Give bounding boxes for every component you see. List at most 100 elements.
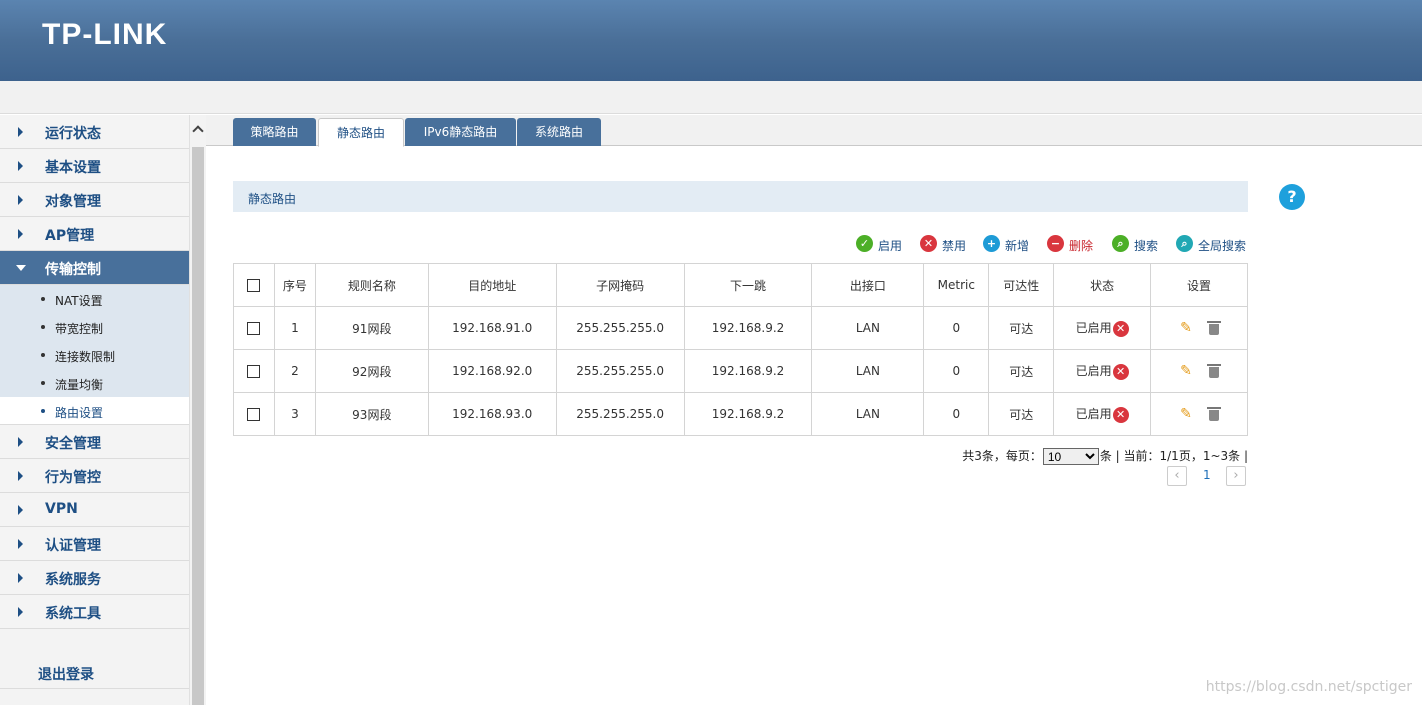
logout-button[interactable]: 退出登录	[0, 649, 189, 689]
tab-policy-routing[interactable]: 策略路由	[233, 118, 316, 146]
sidebar-subitem-connection-limit[interactable]: 连接数限制	[0, 341, 189, 369]
main-content: 策略路由 静态路由 IPv6静态路由 系统路由 静态路由 ? ✓ 启用 ✕ 禁用 +…	[206, 115, 1422, 705]
row-next-hop: 192.168.9.2	[683, 349, 813, 393]
top-header: TP-LINK	[0, 0, 1422, 81]
row-next-hop: 192.168.9.2	[683, 306, 813, 350]
sidebar: 运行状态 基本设置 对象管理 AP管理 传输控制 NAT设置 带宽控制 连接数限…	[0, 115, 189, 705]
col-next-hop: 下一跳	[683, 263, 813, 307]
caret-right-icon	[18, 195, 23, 205]
pager-summary: 共3条，每页： 10 条 | 当前：1/1页，1~3条 |	[962, 447, 1248, 465]
trash-icon[interactable]	[1207, 321, 1222, 335]
tab-static-routing[interactable]: 静态路由	[318, 118, 404, 147]
row-status: 已启用 ✕	[1053, 349, 1152, 393]
sidebar-item-ap-management[interactable]: AP管理	[0, 217, 189, 251]
row-reachability: 可达	[988, 306, 1055, 350]
caret-right-icon	[18, 161, 23, 171]
caret-right-icon	[18, 471, 23, 481]
sidebar-subitem-bandwidth[interactable]: 带宽控制	[0, 313, 189, 341]
row-checkbox[interactable]	[247, 322, 261, 335]
col-settings: 设置	[1150, 263, 1248, 307]
sidebar-subitem-routing[interactable]: 路由设置	[0, 397, 189, 425]
sidebar-subitem-load-balance[interactable]: 流量均衡	[0, 369, 189, 397]
row-index: 1	[273, 306, 316, 350]
tab-ipv6-static-routing[interactable]: IPv6静态路由	[405, 118, 516, 146]
bullet-icon	[41, 325, 45, 329]
row-mask: 255.255.255.0	[555, 349, 685, 393]
sidebar-item-behavior-control[interactable]: 行为管控	[0, 459, 189, 493]
row-interface: LAN	[811, 349, 925, 393]
row-name: 91网段	[314, 306, 429, 350]
row-status: 已启用 ✕	[1053, 392, 1152, 436]
sidebar-subitem-nat[interactable]: NAT设置	[0, 285, 189, 313]
row-dest: 192.168.92.0	[427, 349, 557, 393]
row-settings: ✎	[1150, 306, 1248, 350]
disable-rule-icon[interactable]: ✕	[1112, 320, 1129, 337]
sidebar-item-vpn[interactable]: VPN	[0, 493, 189, 527]
edit-pencil-icon[interactable]: ✎	[1178, 363, 1194, 379]
trash-icon[interactable]	[1207, 364, 1222, 378]
help-icon[interactable]: ?	[1279, 184, 1305, 210]
next-page-button[interactable]: ›	[1226, 466, 1246, 486]
row-reachability: 可达	[988, 392, 1055, 436]
disable-rule-icon[interactable]: ✕	[1112, 406, 1129, 423]
row-mask: 255.255.255.0	[555, 392, 685, 436]
sidebar-item-auth[interactable]: 认证管理	[0, 527, 189, 561]
static-route-table: 序号 规则名称 目的地址 子网掩码 下一跳 出接口 Metric 可达性 状态 …	[233, 263, 1248, 436]
sidebar-item-security[interactable]: 安全管理	[0, 425, 189, 459]
col-interface: 出接口	[811, 263, 925, 307]
bullet-icon	[41, 381, 45, 385]
scroll-thumb[interactable]	[192, 147, 204, 705]
top-subbar	[0, 81, 1422, 114]
sidebar-item-run-status[interactable]: 运行状态	[0, 115, 189, 149]
row-checkbox[interactable]	[247, 408, 261, 421]
row-index: 2	[273, 349, 316, 393]
caret-right-icon	[18, 229, 23, 239]
row-dest: 192.168.93.0	[427, 392, 557, 436]
col-index: 序号	[273, 263, 316, 307]
check-icon: ✓	[856, 235, 873, 252]
sidebar-item-basic-settings[interactable]: 基本设置	[0, 149, 189, 183]
prev-page-button[interactable]: ‹	[1167, 466, 1187, 486]
tab-bar: 策略路由 静态路由 IPv6静态路由 系统路由	[206, 115, 1422, 147]
row-interface: LAN	[811, 306, 925, 350]
page-number[interactable]: 1	[1203, 468, 1211, 482]
select-all-checkbox[interactable]	[247, 279, 261, 292]
watermark: https://blog.csdn.net/spctiger	[1205, 679, 1412, 695]
caret-right-icon	[18, 539, 23, 549]
sidebar-scrollbar[interactable]	[189, 115, 206, 705]
row-interface: LAN	[811, 392, 925, 436]
col-dest: 目的地址	[427, 263, 557, 307]
bullet-icon	[41, 409, 45, 413]
row-settings: ✎	[1150, 392, 1248, 436]
table-row: 3 93网段 192.168.93.0 255.255.255.0 192.16…	[233, 392, 1248, 436]
row-dest: 192.168.91.0	[427, 306, 557, 350]
select-all-cell	[233, 263, 275, 307]
disable-rule-icon[interactable]: ✕	[1112, 363, 1129, 380]
caret-down-icon	[16, 265, 26, 271]
scroll-up-icon[interactable]	[192, 125, 204, 137]
edit-pencil-icon[interactable]: ✎	[1178, 320, 1194, 336]
per-page-select[interactable]: 10	[1042, 448, 1099, 465]
caret-right-icon	[18, 127, 23, 137]
row-checkbox[interactable]	[247, 365, 261, 378]
row-next-hop: 192.168.9.2	[683, 392, 813, 436]
row-name: 93网段	[314, 392, 429, 436]
sidebar-item-system-tools[interactable]: 系统工具	[0, 595, 189, 629]
close-icon: ✕	[920, 235, 937, 252]
col-metric: Metric	[923, 263, 990, 307]
table-header-row: 序号 规则名称 目的地址 子网掩码 下一跳 出接口 Metric 可达性 状态 …	[233, 263, 1248, 307]
sidebar-item-transmission-control[interactable]: 传输控制	[0, 251, 189, 285]
caret-right-icon	[18, 607, 23, 617]
caret-right-icon	[18, 505, 23, 515]
sidebar-item-system-service[interactable]: 系统服务	[0, 561, 189, 595]
row-index: 3	[273, 392, 316, 436]
tab-system-routing[interactable]: 系统路由	[517, 118, 601, 146]
trash-icon[interactable]	[1207, 407, 1222, 421]
row-metric: 0	[923, 392, 990, 436]
row-status: 已启用 ✕	[1053, 306, 1152, 350]
edit-pencil-icon[interactable]: ✎	[1178, 406, 1194, 422]
search-icon: ⌕	[1112, 235, 1129, 252]
row-metric: 0	[923, 349, 990, 393]
sidebar-item-object-management[interactable]: 对象管理	[0, 183, 189, 217]
caret-right-icon	[18, 437, 23, 447]
